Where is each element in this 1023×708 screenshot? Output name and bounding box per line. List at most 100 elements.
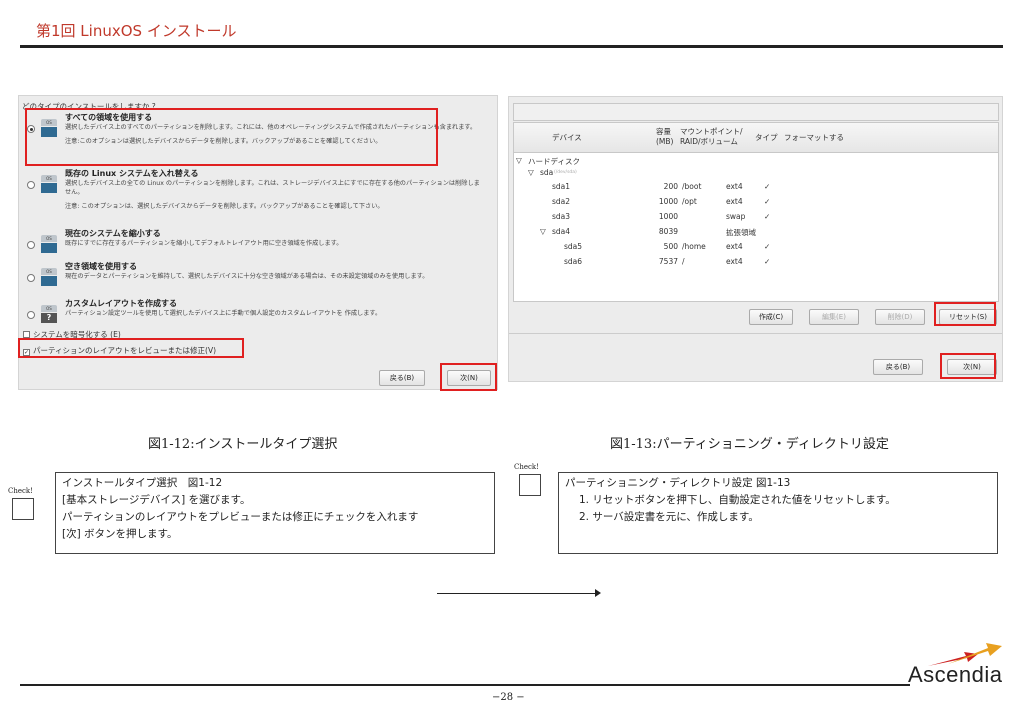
cell-size: 8039: [658, 227, 678, 236]
note-line: パーティションのレイアウトをプレビューまたは修正にチェックを入れます: [62, 511, 419, 523]
highlight-next-button: [440, 363, 497, 391]
expand-triangle-icon[interactable]: ▽: [528, 168, 534, 177]
back-button[interactable]: 戻る(B): [873, 359, 923, 375]
format-check-icon: ✓: [764, 197, 771, 206]
disk-label: sda: [540, 168, 554, 177]
partition-table: デバイス 容量 (MB) マウントポイント/ RAID/ボリューム タイプ フォ…: [513, 122, 999, 302]
option-description: パーティション設定ツールを使用して選択したデバイス上に手動で個人設定のカスタムレ…: [65, 310, 382, 317]
option-note: 注意: このオプションは、選択したデバイスからデータを削除します。バックアップが…: [65, 203, 384, 210]
radio-unselected[interactable]: [27, 274, 35, 282]
free-space-disk-icon: OS: [41, 268, 57, 286]
check-label: Check!: [514, 463, 539, 471]
note-line: 1. リセットボタンを押下し、自動設定された値をリセットします。: [579, 494, 896, 506]
col-device: デバイス: [552, 133, 582, 142]
option-description: 既存にすでに存在するパーティションを縮小してデフォルトレイアウト用に空き領域を作…: [65, 240, 343, 247]
table-row[interactable]: ▽ sda4 8039 拡張領域: [514, 226, 998, 238]
cell-type: ext4: [726, 242, 743, 251]
ascendia-logo: Ascendia: [908, 640, 1008, 695]
cell-device: sda3: [552, 212, 571, 221]
option-replace-linux[interactable]: OS 既存の Linux システムを入れ替える 選択したデバイス上の全ての Li…: [27, 169, 487, 224]
top-panel: [513, 103, 999, 121]
cell-type: 拡張領域: [726, 228, 756, 237]
cell-size: 1000: [658, 212, 678, 221]
table-row[interactable]: sda1 200 /boot ext4 ✓: [514, 181, 998, 193]
tree-row-harddisk[interactable]: ▽ ハードディスク: [514, 155, 998, 167]
edit-button[interactable]: 編集(E): [809, 309, 859, 325]
option-description: 選択したデバイス上の全ての Linux のパーティションを削除します。これは、ス…: [65, 180, 480, 196]
option-use-free-space[interactable]: OS 空き領域を使用する 現在のデータとパーティションを維持して、選択したデバイ…: [27, 262, 487, 294]
delete-button[interactable]: 削除(D): [875, 309, 925, 325]
page-number: −28 −: [492, 692, 525, 703]
cell-device: sda6: [564, 257, 583, 266]
checkbox-unchecked[interactable]: [23, 331, 30, 338]
cell-device: sda4: [552, 227, 571, 236]
header-divider: [20, 45, 1003, 48]
disk-path: (/dev/sda): [554, 170, 577, 175]
cell-type: ext4: [726, 197, 743, 206]
radio-unselected[interactable]: [27, 311, 35, 319]
col-mount: マウントポイント/ RAID/ボリューム: [680, 127, 743, 146]
note-line: インストールタイプ選択 図1-12: [62, 477, 223, 489]
option-title: 現在のシステムを縮小する: [65, 229, 161, 238]
create-button[interactable]: 作成(C): [749, 309, 793, 325]
check-box[interactable]: [12, 498, 34, 520]
col-type: タイプ: [755, 133, 778, 142]
logo-text: Ascendia: [908, 662, 1003, 687]
highlight-review-checkbox: [18, 338, 244, 358]
cell-mount: /opt: [682, 197, 697, 206]
cell-type: ext4: [726, 182, 743, 191]
disk-icon: OS: [41, 175, 57, 193]
col-size: 容量 (MB): [656, 127, 674, 146]
table-row[interactable]: sda6 7537 / ext4 ✓: [514, 256, 998, 268]
expand-triangle-icon[interactable]: ▽: [540, 227, 546, 236]
note-right: パーティショニング・ディレクトリ設定 図1-13 1. リセットボタンを押下し、…: [558, 472, 998, 554]
highlight-next-button-right: [940, 353, 996, 379]
table-row[interactable]: sda5 500 /home ext4 ✓: [514, 241, 998, 253]
partition-table-header: デバイス 容量 (MB) マウントポイント/ RAID/ボリューム タイプ フォ…: [514, 123, 998, 153]
cell-type: ext4: [726, 257, 743, 266]
option-title: 既存の Linux システムを入れ替える: [65, 169, 199, 178]
format-check-icon: ✓: [764, 212, 771, 221]
option-shrink-system[interactable]: OS 現在のシステムを縮小する 既存にすでに存在するパーティションを縮小してデフ…: [27, 229, 487, 257]
note-line: [次] ボタンを押します。: [62, 528, 178, 540]
note-left: インストールタイプ選択 図1-12 [基本ストレージデバイス] を選びます。 パ…: [55, 472, 495, 554]
button-divider: [509, 333, 1002, 334]
table-row[interactable]: sda3 1000 swap ✓: [514, 211, 998, 223]
tree-row-disk[interactable]: ▽ sda (/dev/sda): [514, 167, 998, 179]
cell-device: sda1: [552, 182, 571, 191]
highlight-reset-button: [934, 302, 996, 326]
check-box[interactable]: [519, 474, 541, 496]
page-title: 第1回 LinuxOS インストール: [36, 22, 237, 40]
note-line: 2. サーバ設定書を元に、作成します。: [579, 511, 759, 523]
footer-divider: [20, 684, 910, 686]
back-button[interactable]: 戻る(B): [379, 370, 425, 386]
cell-size: 200: [663, 182, 678, 191]
group-label: ハードディスク: [528, 157, 580, 166]
cell-device: sda2: [552, 197, 571, 206]
partition-screenshot: デバイス 容量 (MB) マウントポイント/ RAID/ボリューム タイプ フォ…: [508, 96, 1003, 382]
arrow-right-icon: [595, 589, 601, 597]
option-title: カスタムレイアウトを作成する: [65, 299, 177, 308]
cell-mount: /: [682, 257, 685, 266]
col-format: フォーマットする: [784, 133, 844, 142]
note-line: [基本ストレージデバイス] を選びます。: [62, 494, 251, 506]
check-label: Check!: [8, 487, 33, 495]
table-row[interactable]: sda2 1000 /opt ext4 ✓: [514, 196, 998, 208]
cell-type: swap: [726, 212, 746, 221]
cell-size: 1000: [658, 197, 678, 206]
caption-right: 図1-13:パーティショニング・ディレクトリ設定: [610, 437, 889, 452]
highlight-use-all-space: [25, 108, 438, 166]
option-title: 空き領域を使用する: [65, 262, 137, 271]
option-description: 現在のデータとパーティションを維持して、選択したデバイスに十分な空き領域がある場…: [65, 273, 429, 280]
shrink-disk-icon: OS: [41, 235, 57, 253]
caption-left: 図1-12:インストールタイプ選択: [148, 437, 338, 452]
option-custom-layout[interactable]: OS? カスタムレイアウトを作成する パーティション設定ツールを使用して選択した…: [27, 299, 487, 325]
radio-unselected[interactable]: [27, 241, 35, 249]
format-check-icon: ✓: [764, 182, 771, 191]
format-check-icon: ✓: [764, 257, 771, 266]
note-line: パーティショニング・ディレクトリ設定 図1-13: [565, 477, 791, 489]
expand-triangle-icon[interactable]: ▽: [516, 156, 522, 165]
cell-size: 500: [663, 242, 678, 251]
radio-unselected[interactable]: [27, 181, 35, 189]
flow-arrow-line: [437, 593, 597, 594]
